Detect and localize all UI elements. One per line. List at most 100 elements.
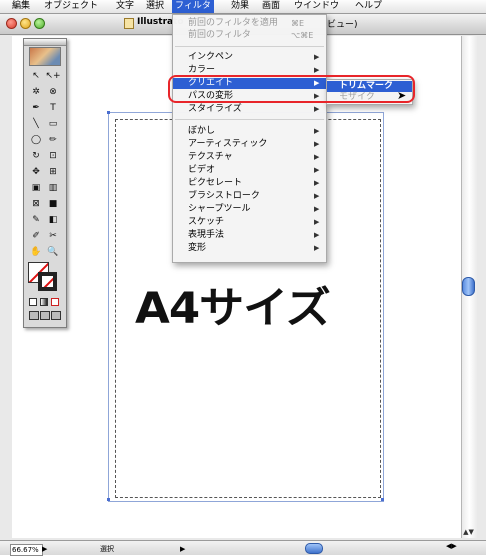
menu-item-sketch[interactable]: スケッチ ▶ bbox=[173, 217, 326, 228]
submenu-arrow-icon: ▶ bbox=[314, 205, 320, 213]
submenu-arrow-icon: ▶ bbox=[314, 140, 320, 148]
menu-item-artistic[interactable]: アーティスティック ▶ bbox=[173, 139, 326, 150]
menu-edit[interactable]: 編集 bbox=[12, 0, 30, 13]
menu-item-label: インクペン bbox=[188, 52, 234, 62]
menu-item-texture[interactable]: テクスチャ ▶ bbox=[173, 152, 326, 163]
submenu-arrow-icon: ▶ bbox=[314, 105, 320, 113]
window-title-tail: ビュー) bbox=[327, 20, 358, 30]
menu-item-label: 変形 bbox=[188, 243, 207, 253]
menu-item-label: ピクセレート bbox=[188, 178, 243, 188]
menu-item-label: ビデオ bbox=[188, 165, 216, 175]
menu-item-label: テクスチャ bbox=[188, 152, 233, 162]
menu-item-blur[interactable]: ぼかし ▶ bbox=[173, 126, 326, 137]
menu-filter[interactable]: フィルタ bbox=[172, 0, 214, 13]
menu-item-label: 前回のフィルタを適用 bbox=[188, 18, 278, 28]
color-mode-button[interactable] bbox=[29, 298, 37, 306]
scroll-arrows-icon[interactable]: ▲▼ bbox=[461, 526, 476, 538]
rectangle-tool-icon[interactable]: ▭ bbox=[45, 117, 61, 131]
paintbrush-tool-icon[interactable]: ◯ bbox=[28, 133, 44, 147]
type-tool-icon[interactable]: T bbox=[45, 101, 61, 115]
submenu-arrow-icon: ▶ bbox=[314, 153, 320, 161]
menu-item-stylize[interactable]: スタイライズ ▶ bbox=[173, 104, 326, 115]
warp-tool-icon[interactable]: ✥ bbox=[28, 165, 44, 179]
submenu-arrow-icon: ▶ bbox=[314, 127, 320, 135]
selection-handle[interactable] bbox=[107, 498, 110, 501]
submenu-arrow-icon: ▶ bbox=[314, 179, 320, 187]
menu-item-shortcut: ⌥⌘E bbox=[291, 31, 314, 40]
status-field[interactable]: 選択 bbox=[100, 544, 174, 554]
free-transform-tool-icon[interactable]: ⊞ bbox=[45, 165, 61, 179]
full-screen-menu-mode-button[interactable] bbox=[40, 311, 50, 320]
rotate-tool-icon[interactable]: ↻ bbox=[28, 149, 44, 163]
menu-view[interactable]: 画面 bbox=[262, 0, 280, 13]
magic-wand-tool-icon[interactable]: ✲ bbox=[28, 85, 44, 99]
submenu-arrow-icon: ▶ bbox=[314, 192, 320, 200]
menu-item-ink-pen[interactable]: インクペン ▶ bbox=[173, 52, 326, 63]
pen-tool-icon[interactable]: ✒ bbox=[28, 101, 44, 115]
submenu-arrow-icon: ▶ bbox=[314, 53, 320, 61]
scissors-tool-icon[interactable]: ✂ bbox=[45, 229, 61, 243]
mouse-cursor-icon: ➤ bbox=[397, 89, 407, 102]
horizontal-scroll-thumb[interactable] bbox=[305, 543, 323, 554]
none-mode-button[interactable] bbox=[51, 298, 59, 306]
menu-effect[interactable]: 効果 bbox=[231, 0, 249, 13]
status-menu-arrow-icon[interactable]: ▶ bbox=[180, 545, 185, 553]
menu-separator bbox=[175, 46, 324, 47]
menu-item-sharpen[interactable]: シャープツール ▶ bbox=[173, 204, 326, 215]
close-window-button[interactable] bbox=[6, 18, 17, 29]
submenu-arrow-icon: ▶ bbox=[314, 244, 320, 252]
menu-item-label: 表現手法 bbox=[188, 230, 225, 240]
palette-title-bar[interactable] bbox=[24, 39, 66, 46]
fill-stroke-swatches[interactable] bbox=[28, 262, 62, 294]
menu-item-pixelate[interactable]: ピクセレート ▶ bbox=[173, 178, 326, 189]
gradient-mode-button[interactable] bbox=[40, 298, 48, 306]
scale-tool-icon[interactable]: ⊡ bbox=[45, 149, 61, 163]
hand-tool-icon[interactable]: ✋ bbox=[28, 245, 44, 259]
mesh-tool-icon[interactable]: ⊠ bbox=[28, 197, 44, 211]
zoom-menu-arrow-icon[interactable]: ▶ bbox=[42, 545, 47, 553]
selection-tool-icon[interactable]: ↖ bbox=[28, 69, 44, 83]
graph-tool-icon[interactable]: ▥ bbox=[45, 181, 61, 195]
pencil-tool-icon[interactable]: ✏ bbox=[45, 133, 61, 147]
vertical-scroll-thumb[interactable] bbox=[462, 277, 475, 296]
zoom-tool-icon[interactable]: 🔍 bbox=[45, 245, 61, 259]
menu-select[interactable]: 選択 bbox=[146, 0, 164, 13]
direct-selection-tool-icon[interactable]: ↖+ bbox=[45, 69, 61, 83]
menu-item-label: 前回のフィルタ bbox=[188, 30, 251, 40]
zoom-level-field[interactable]: 66.67% bbox=[10, 544, 43, 556]
menu-item-label: ぼかし bbox=[188, 126, 216, 136]
horizontal-scroll-arrows-icon[interactable]: ◀▶ bbox=[446, 542, 457, 550]
menu-item-brush-strokes[interactable]: ブラシストローク ▶ bbox=[173, 191, 326, 202]
stroke-swatch[interactable] bbox=[38, 272, 57, 291]
menu-help[interactable]: ヘルプ bbox=[355, 0, 382, 13]
slice-tool-icon[interactable]: ✐ bbox=[28, 229, 44, 243]
symbol-sprayer-tool-icon[interactable]: ▣ bbox=[28, 181, 44, 195]
full-screen-mode-button[interactable] bbox=[51, 311, 61, 320]
highlight-callout bbox=[168, 75, 415, 103]
standard-screen-mode-button[interactable] bbox=[29, 311, 39, 320]
menu-type[interactable]: 文字 bbox=[116, 0, 134, 13]
selection-handle[interactable] bbox=[107, 111, 110, 114]
menu-item-transform[interactable]: 変形 ▶ bbox=[173, 243, 326, 254]
line-tool-icon[interactable]: ╲ bbox=[28, 117, 44, 131]
menu-window[interactable]: ウインドウ bbox=[294, 0, 339, 13]
tools-palette: ↖ ↖+ ✲ ⊗ ✒ T ╲ ▭ ◯ ✏ ↻ ⊡ ✥ ⊞ ▣ ▥ ⊠ ■ ✎ ◧… bbox=[23, 38, 67, 328]
submenu-arrow-icon: ▶ bbox=[314, 166, 320, 174]
menu-object[interactable]: オブジェクト bbox=[44, 0, 98, 13]
gradient-tool-icon[interactable]: ■ bbox=[45, 197, 61, 211]
minimize-window-button[interactable] bbox=[20, 18, 31, 29]
selection-handle[interactable] bbox=[381, 498, 384, 501]
zoom-window-button[interactable] bbox=[34, 18, 45, 29]
menu-bar: 編集 オブジェクト 文字 選択 フィルタ 効果 画面 ウインドウ ヘルプ bbox=[0, 0, 486, 14]
menu-item-label: アーティスティック bbox=[188, 139, 268, 149]
blend-tool-icon[interactable]: ◧ bbox=[45, 213, 61, 227]
menu-item-label: スケッチ bbox=[188, 217, 225, 227]
menu-item-video[interactable]: ビデオ ▶ bbox=[173, 165, 326, 176]
menu-item-apply-last-filter: 前回のフィルタを適用 ⌘E bbox=[173, 18, 326, 29]
menu-item-shortcut: ⌘E bbox=[291, 19, 305, 28]
menu-item-stylize-effects[interactable]: 表現手法 ▶ bbox=[173, 230, 326, 241]
filter-menu-dropdown: 前回のフィルタを適用 ⌘E 前回のフィルタ ⌥⌘E インクペン ▶ カラー ▶ … bbox=[172, 14, 327, 263]
eyedropper-tool-icon[interactable]: ✎ bbox=[28, 213, 44, 227]
lasso-tool-icon[interactable]: ⊗ bbox=[45, 85, 61, 99]
artwork-text[interactable]: A4サイズ bbox=[135, 284, 331, 332]
